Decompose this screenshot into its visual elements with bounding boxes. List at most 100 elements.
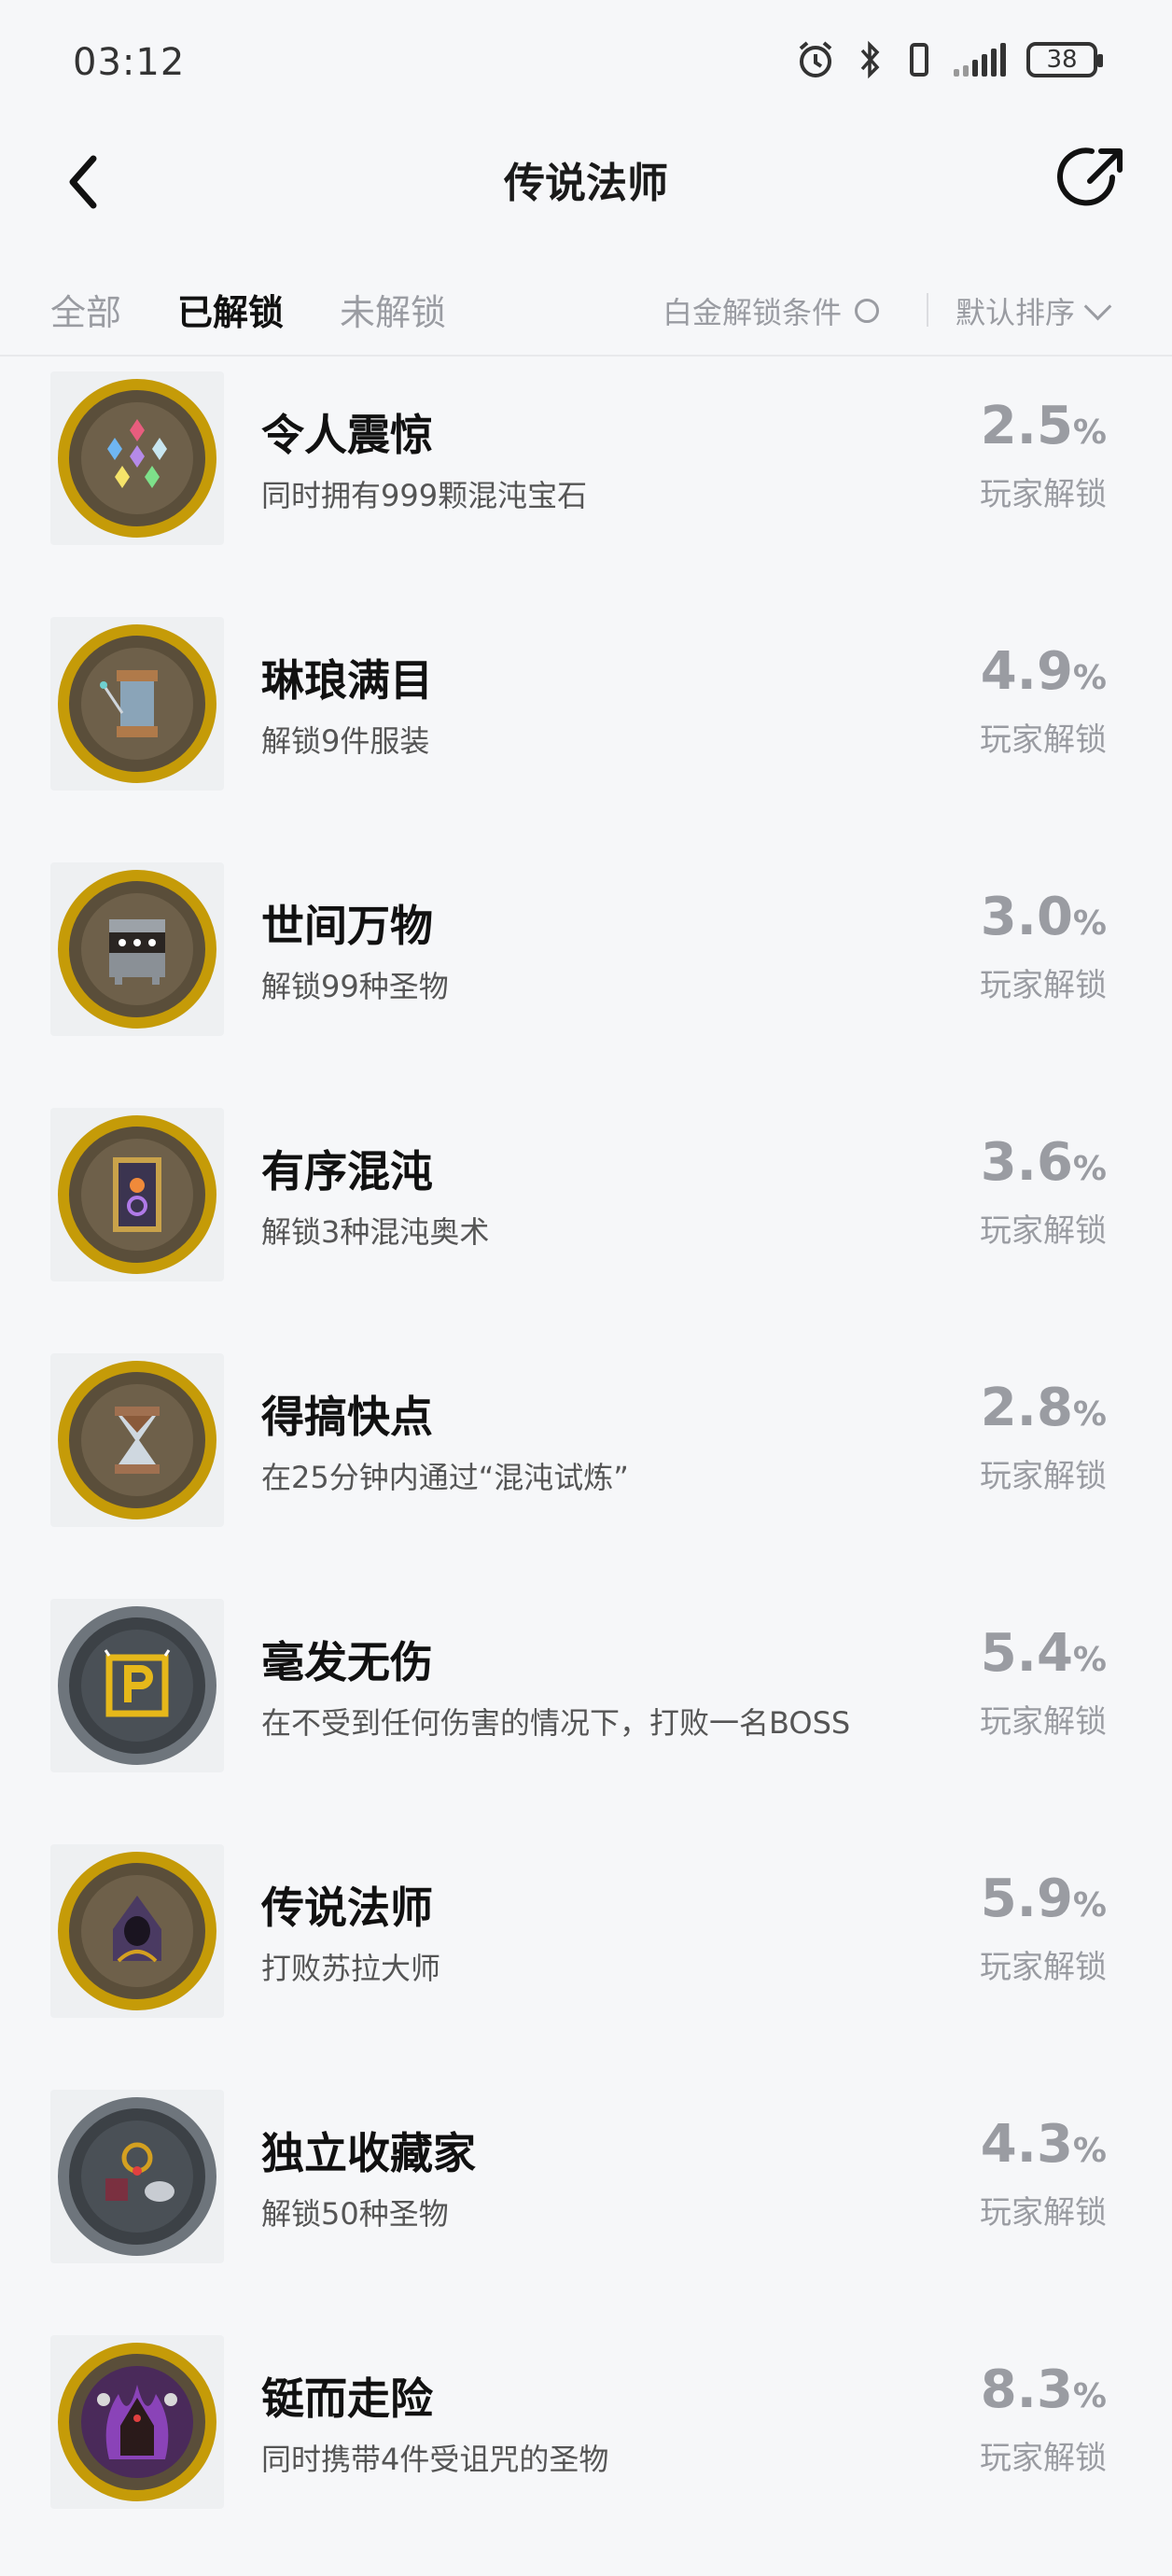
achievement-title: 有序混沌 xyxy=(261,1146,433,1197)
cursed-figure-icon xyxy=(81,2366,193,2478)
achievement-desc: 解锁50种圣物 xyxy=(261,2196,449,2232)
badge-ring xyxy=(58,1361,216,1519)
status-time: 03:12 xyxy=(73,41,186,84)
status-bar: 03:12 38 xyxy=(0,0,1172,131)
unlock-label: 玩家解锁 xyxy=(980,721,1107,759)
achievement-title: 琳琅满目 xyxy=(261,655,433,706)
sort-dropdown[interactable]: 默认排序 xyxy=(956,289,1112,332)
header: 传说法师 xyxy=(0,131,1172,233)
alarm-icon xyxy=(799,41,832,77)
percent-unit: % xyxy=(1072,2132,1107,2170)
tab-locked[interactable]: 未解锁 xyxy=(340,284,446,335)
percent-value: 2.8 xyxy=(980,1378,1073,1438)
percent-unit: % xyxy=(1072,413,1107,452)
signal-icon xyxy=(954,43,1006,77)
platinum-condition-toggle[interactable]: 白金解锁条件 xyxy=(663,289,880,332)
percent-value: 2.5 xyxy=(980,396,1073,456)
unlock-percent: 5.9% xyxy=(981,1869,1107,1929)
page-title: 传说法师 xyxy=(504,160,668,207)
filter-tabs: 全部 已解锁 未解锁 白金解锁条件 默认排序 xyxy=(0,261,1172,357)
percent-value: 4.3 xyxy=(980,2114,1073,2175)
percent-unit: % xyxy=(1072,659,1107,697)
list-item[interactable]: 得搞快点 在25分钟内通过“混沌试炼” 2.8% 玩家解锁 xyxy=(0,1338,1172,1584)
achievement-desc: 在25分钟内通过“混沌试炼” xyxy=(261,1460,629,1495)
battery-level: 38 xyxy=(1046,46,1078,74)
percent-unit: % xyxy=(1072,1395,1107,1434)
arcana-card-icon xyxy=(81,1139,193,1251)
list-item[interactable]: 毫发无伤 在不受到任何伤害的情况下，打败一名BOSS 5.4% 玩家解锁 xyxy=(0,1584,1172,1829)
badge-ring xyxy=(58,1852,216,2010)
tab-all[interactable]: 全部 xyxy=(50,284,121,335)
achievement-title: 毫发无伤 xyxy=(261,1637,433,1687)
achievement-desc: 解锁99种圣物 xyxy=(261,969,449,1004)
unlock-label: 玩家解锁 xyxy=(980,1949,1107,1986)
badge-ring xyxy=(58,870,216,1029)
achievement-badge xyxy=(50,1353,224,1527)
unlock-label: 玩家解锁 xyxy=(980,476,1107,513)
achievement-badge xyxy=(50,2335,224,2509)
achievement-title: 得搞快点 xyxy=(261,1392,433,1442)
achievement-desc: 同时携带4件受诅咒的圣物 xyxy=(261,2442,609,2477)
tab-unlocked[interactable]: 已解锁 xyxy=(177,284,284,335)
unlock-percent: 4.3% xyxy=(981,2114,1107,2175)
percent-value: 3.0 xyxy=(980,887,1073,947)
radio-circle-icon xyxy=(855,299,880,323)
achievement-badge xyxy=(50,1844,224,2018)
crystals-icon xyxy=(81,402,193,514)
thread-spool-icon xyxy=(81,648,193,760)
achievement-title: 独立收藏家 xyxy=(261,2128,476,2178)
battery-icon: 38 xyxy=(1026,42,1103,77)
list-item[interactable]: 独立收藏家 解锁50种圣物 4.3% 玩家解锁 xyxy=(0,2075,1172,2320)
unlock-percent: 5.4% xyxy=(981,1623,1107,1684)
percent-value: 5.4 xyxy=(980,1623,1073,1684)
percent-unit: % xyxy=(1072,1641,1107,1679)
unlock-label: 玩家解锁 xyxy=(980,1212,1107,1250)
divider xyxy=(927,293,928,327)
achievement-badge xyxy=(50,617,224,791)
unlock-label: 玩家解锁 xyxy=(980,967,1107,1004)
achievement-title: 铤而走险 xyxy=(261,2373,433,2424)
badge-ring xyxy=(58,2097,216,2256)
badge-ring xyxy=(58,1606,216,1765)
achievement-desc: 打败苏拉大师 xyxy=(261,1951,441,1986)
achievement-desc: 解锁3种混沌奥术 xyxy=(261,1214,490,1250)
achievement-badge xyxy=(50,2090,224,2263)
status-icons: 38 xyxy=(795,39,1103,80)
achievement-badge xyxy=(50,862,224,1036)
badge-ring xyxy=(58,1115,216,1274)
list-item[interactable]: 有序混沌 解锁3种混沌奥术 3.6% 玩家解锁 xyxy=(0,1093,1172,1338)
achievement-badge xyxy=(50,1599,224,1772)
unlock-percent: 2.5% xyxy=(981,396,1107,456)
achievement-desc: 同时拥有999颗混沌宝石 xyxy=(261,478,588,513)
percent-unit: % xyxy=(1072,2377,1107,2415)
relic-chest-icon xyxy=(81,893,193,1005)
percent-unit: % xyxy=(1072,1150,1107,1188)
list-item[interactable]: 令人震惊 同时拥有999颗混沌宝石 2.5% 玩家解锁 xyxy=(0,357,1172,602)
percent-unit: % xyxy=(1072,1886,1107,1925)
unlock-label: 玩家解锁 xyxy=(980,2194,1107,2232)
share-icon[interactable] xyxy=(1056,144,1127,215)
achievement-title: 世间万物 xyxy=(261,901,433,951)
achievement-badge xyxy=(50,371,224,545)
list-item[interactable]: 传说法师 打败苏拉大师 5.9% 玩家解锁 xyxy=(0,1829,1172,2075)
unlock-percent: 4.9% xyxy=(981,641,1107,702)
achievement-desc: 在不受到任何伤害的情况下，打败一名BOSS xyxy=(261,1705,851,1741)
percent-value: 5.9 xyxy=(980,1869,1073,1929)
unlock-percent: 8.3% xyxy=(981,2359,1107,2420)
badge-ring xyxy=(58,624,216,783)
relic-collection-icon xyxy=(81,2121,193,2233)
percent-value: 3.6 xyxy=(980,1132,1073,1193)
bluetooth-icon xyxy=(860,40,880,79)
achievement-badge xyxy=(50,1108,224,1281)
chevron-down-icon xyxy=(1083,292,1112,320)
unlock-label: 玩家解锁 xyxy=(980,1703,1107,1741)
achievement-title: 令人震惊 xyxy=(261,410,433,460)
percent-unit: % xyxy=(1072,904,1107,943)
hooded-wizard-icon xyxy=(81,1875,193,1987)
percent-value: 8.3 xyxy=(980,2359,1073,2420)
list-item[interactable]: 铤而走险 同时携带4件受诅咒的圣物 8.3% 玩家解锁 xyxy=(0,2320,1172,2566)
list-item[interactable]: 世间万物 解锁99种圣物 3.0% 玩家解锁 xyxy=(0,847,1172,1093)
unlock-percent: 3.6% xyxy=(981,1132,1107,1193)
platinum-condition-label: 白金解锁条件 xyxy=(663,295,843,330)
list-item[interactable]: 琳琅满目 解锁9件服装 4.9% 玩家解锁 xyxy=(0,602,1172,847)
